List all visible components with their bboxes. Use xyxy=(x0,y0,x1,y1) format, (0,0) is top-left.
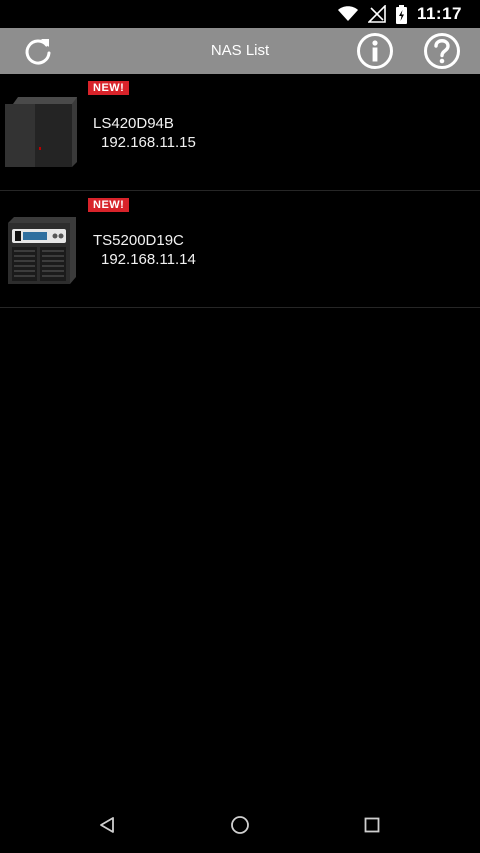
page-title: NAS List xyxy=(210,42,270,59)
info-button[interactable] xyxy=(355,31,395,71)
back-icon xyxy=(100,817,114,833)
new-badge: NEW! xyxy=(88,198,130,212)
status-time: 11:17 xyxy=(416,4,462,23)
help-button[interactable] xyxy=(422,31,462,71)
nas-list-item[interactable]: NEW! TS5200D19C 192.168.11.14 xyxy=(0,191,480,308)
recent-apps-button[interactable] xyxy=(357,811,387,839)
home-button[interactable] xyxy=(225,811,255,839)
toolbar: NAS List xyxy=(0,28,480,74)
nas-device-icon xyxy=(8,217,76,284)
battery-icon xyxy=(395,4,407,24)
back-button[interactable] xyxy=(92,811,122,839)
wifi-icon xyxy=(337,6,358,21)
nas-name: TS5200D19C xyxy=(93,232,184,249)
help-icon xyxy=(424,33,460,69)
nas-list: NEW! LS420D94B 192.168.11.15 NEW! TS5200… xyxy=(0,74,480,308)
status-bar: 11:17 xyxy=(0,0,480,28)
home-icon xyxy=(231,816,249,834)
status-icons: 11:17 xyxy=(337,0,462,28)
new-badge: NEW! xyxy=(88,81,130,95)
nas-list-item[interactable]: NEW! LS420D94B 192.168.11.15 xyxy=(0,74,480,191)
navigation-bar xyxy=(0,797,480,853)
no-signal-icon xyxy=(367,5,386,23)
nas-name: LS420D94B xyxy=(93,115,174,132)
recent-apps-icon xyxy=(364,817,380,833)
nas-ip-address: 192.168.11.14 xyxy=(101,251,196,268)
nas-ip-address: 192.168.11.15 xyxy=(101,134,196,151)
info-icon xyxy=(357,33,393,69)
nas-device-icon xyxy=(5,97,77,167)
